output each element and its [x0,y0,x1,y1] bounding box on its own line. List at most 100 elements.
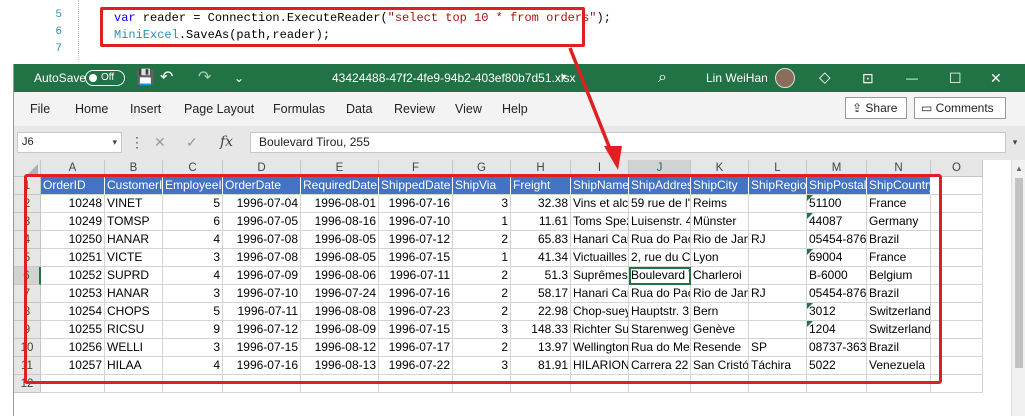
row-header-9[interactable]: 9 [14,321,41,339]
table-header-cell[interactable]: RequiredDate [301,177,379,195]
table-cell[interactable]: CHOPS [105,303,163,321]
empty-cell[interactable] [931,285,983,303]
table-cell[interactable]: HANAR [105,231,163,249]
table-cell[interactable]: Hanari Carnes [571,231,629,249]
table-cell[interactable]: 148.33 [511,321,571,339]
column-header-o[interactable]: O [931,160,983,177]
table-cell[interactable]: San Cristóbal [691,357,749,375]
tab-help[interactable]: Help [502,92,528,126]
table-cell[interactable]: Rua do Paço, 67 [629,231,691,249]
table-cell[interactable]: 10255 [41,321,105,339]
table-cell[interactable]: HILARION-Abastos [571,357,629,375]
table-cell[interactable]: 1996-07-24 [301,285,379,303]
empty-cell[interactable] [931,249,983,267]
table-cell[interactable]: 1996-07-10 [379,213,453,231]
column-header-e[interactable]: E [301,160,379,177]
tab-page-layout[interactable]: Page Layout [184,92,254,126]
table-cell[interactable]: 1996-07-08 [223,231,301,249]
table-cell[interactable]: 10249 [41,213,105,231]
row-header-8[interactable]: 8 [14,303,41,321]
table-cell[interactable]: 1996-08-08 [301,303,379,321]
table-cell[interactable]: France [867,195,931,213]
avatar[interactable] [775,68,795,88]
table-cell[interactable]: Reims [691,195,749,213]
table-cell[interactable]: 44087 [807,213,867,231]
table-cell[interactable]: 3 [163,285,223,303]
close-icon[interactable]: ✕ [990,64,1002,92]
table-cell[interactable]: Rua do Paço, 67 [629,285,691,303]
table-cell[interactable]: 5022 [807,357,867,375]
table-cell[interactable]: 1996-07-15 [379,249,453,267]
row-header-2[interactable]: 2 [14,195,41,213]
tab-view[interactable]: View [455,92,482,126]
tab-home[interactable]: Home [75,92,108,126]
table-cell[interactable]: Starenweg 5 [629,321,691,339]
table-cell[interactable]: 22.98 [511,303,571,321]
table-cell[interactable]: 11.61 [511,213,571,231]
table-cell[interactable]: 51100 [807,195,867,213]
enter-icon[interactable]: ✓ [186,132,198,153]
table-cell[interactable]: 3 [163,339,223,357]
table-cell[interactable] [749,249,807,267]
empty-cell[interactable] [163,375,223,393]
customize-toolbar-icon[interactable]: ⌄ [234,64,244,92]
table-cell[interactable]: 81.91 [511,357,571,375]
expand-formula-bar-icon[interactable]: ▾ [1008,132,1022,153]
table-cell[interactable]: Germany [867,213,931,231]
table-cell[interactable]: 1996-07-16 [379,285,453,303]
table-header-cell[interactable]: ShippedDate [379,177,453,195]
autosave-toggle[interactable]: Off [85,70,125,86]
table-cell[interactable]: Hanari Carnes [571,285,629,303]
table-cell[interactable]: RJ [749,231,807,249]
table-cell[interactable]: 3 [453,357,511,375]
table-cell[interactable]: 5 [163,195,223,213]
table-cell[interactable]: Genève [691,321,749,339]
chevron-down-icon[interactable]: ▾ [112,133,117,152]
scroll-up-icon[interactable]: ▲ [1015,164,1023,173]
empty-cell[interactable] [867,375,931,393]
empty-cell[interactable] [571,375,629,393]
table-cell[interactable]: 2 [453,339,511,357]
table-header-cell[interactable]: ShipPostalCode [807,177,867,195]
save-icon[interactable]: 💾 [136,64,155,92]
table-cell[interactable]: Victuailles en stock [571,249,629,267]
empty-cell[interactable] [931,321,983,339]
table-cell[interactable]: RICSU [105,321,163,339]
column-header-m[interactable]: M [807,160,867,177]
undo-icon[interactable]: ↶ [160,64,173,92]
row-header-6[interactable]: 6 [14,267,41,285]
column-header-f[interactable]: F [379,160,453,177]
row-header-5[interactable]: 5 [14,249,41,267]
table-header-cell[interactable]: OrderID [41,177,105,195]
table-cell[interactable]: 1996-07-05 [223,213,301,231]
table-cell[interactable]: Toms Spezialitäten [571,213,629,231]
table-cell[interactable]: 1996-07-12 [379,231,453,249]
table-cell[interactable]: 1996-08-16 [301,213,379,231]
table-cell[interactable]: Belgium [867,267,931,285]
insert-function-icon[interactable]: fx [220,132,233,153]
table-cell[interactable]: 1996-07-16 [223,357,301,375]
column-header-d[interactable]: D [223,160,301,177]
table-cell[interactable]: 10253 [41,285,105,303]
scroll-thumb[interactable] [1015,178,1023,368]
table-cell[interactable] [749,267,807,285]
row-header-11[interactable]: 11 [14,357,41,375]
table-cell[interactable]: 13.97 [511,339,571,357]
table-cell[interactable]: 1996-08-05 [301,249,379,267]
table-cell[interactable]: 1996-07-15 [223,339,301,357]
table-cell[interactable]: Vins et alcools Chevalier [571,195,629,213]
comments-button[interactable]: ▭ Comments [914,97,1006,119]
row-header-7[interactable]: 7 [14,285,41,303]
table-cell[interactable]: 2, rue du Commerce [629,249,691,267]
table-cell[interactable]: Richter Supermarkt [571,321,629,339]
table-cell[interactable]: 2 [453,231,511,249]
table-cell[interactable]: RJ [749,285,807,303]
table-cell[interactable]: Rio de Janeiro [691,231,749,249]
table-header-cell[interactable]: ShipName [571,177,629,195]
table-cell[interactable]: Rua do Mercado, 12 [629,339,691,357]
table-cell[interactable]: 1996-07-11 [379,267,453,285]
table-cell[interactable]: 59 rue de l'Abbaye [629,195,691,213]
row-header-3[interactable]: 3 [14,213,41,231]
empty-cell[interactable] [931,303,983,321]
table-cell[interactable]: 2 [453,285,511,303]
